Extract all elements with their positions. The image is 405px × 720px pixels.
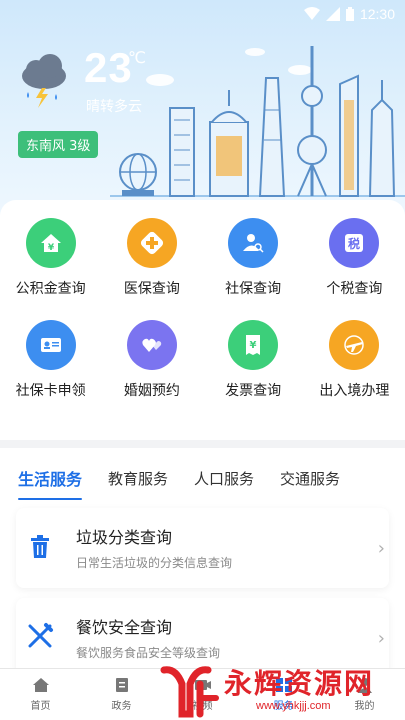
tab-transport-services[interactable]: 交通服务	[280, 448, 340, 508]
nav-label: 政务	[111, 701, 132, 712]
nav-mine[interactable]: 我的	[324, 669, 405, 720]
category-tabs: 生活服务 教育服务 人口服务 交通服务	[0, 448, 405, 508]
document-icon	[115, 678, 128, 692]
airplane-icon	[329, 320, 380, 370]
service-medical-insurance[interactable]: 医保查询	[101, 218, 202, 298]
cloud-rain-lightning-icon	[22, 54, 66, 108]
list-item-title: 餐饮安全查询	[76, 618, 173, 637]
hearts-icon	[126, 320, 177, 370]
service-invoice-query[interactable]: ¥ 发票查询	[203, 320, 304, 400]
service-label: 公积金查询	[15, 281, 86, 297]
video-icon	[194, 680, 211, 690]
tax-icon: 税	[329, 218, 380, 268]
trash-icon	[31, 535, 49, 558]
list-item-title: 垃圾分类查询	[76, 528, 173, 547]
signal-icon	[325, 7, 340, 21]
temperature: 23	[84, 44, 133, 91]
list-item-subtitle: 日常生活垃圾的分类信息查询	[76, 556, 233, 570]
service-label: 个税查询	[326, 281, 383, 297]
bottom-navigation: 首页 政务 视频 服务 我的	[0, 668, 405, 720]
svg-text:¥: ¥	[250, 340, 257, 351]
service-social-security[interactable]: 社保查询	[203, 218, 304, 298]
nav-service[interactable]: 服务	[243, 669, 324, 720]
service-label: 发票查询	[225, 383, 282, 399]
nav-government[interactable]: 政务	[81, 669, 162, 720]
tab-education-services[interactable]: 教育服务	[108, 448, 168, 508]
list-item-garbage-sorting[interactable]: 垃圾分类查询 日常生活垃圾的分类信息查询 ›	[16, 508, 389, 588]
nav-video[interactable]: 视频	[162, 669, 243, 720]
chevron-right-icon: ›	[377, 538, 385, 559]
wifi-icon	[303, 7, 320, 20]
fork-knife-icon	[28, 623, 53, 648]
service-label: 社保卡申领	[15, 383, 86, 399]
services-grid: ¥ 公积金查询 医保查询 社保查询 税 个税查询 社保卡申领 婚姻预约 ¥ 发票…	[0, 218, 405, 400]
service-personal-tax[interactable]: 税 个税查询	[304, 218, 405, 298]
tab-life-services[interactable]: 生活服务	[18, 448, 83, 508]
weather-header: 12:30 23 ℃ 晴转多云 东南风 3级	[0, 0, 405, 215]
svg-text:税: 税	[348, 236, 360, 251]
nav-home[interactable]: 首页	[0, 669, 81, 720]
svg-text:¥: ¥	[47, 243, 54, 253]
chevron-right-icon: ›	[377, 628, 385, 649]
service-marriage-booking[interactable]: 婚姻预约	[101, 320, 202, 400]
status-time: 12:30	[359, 6, 395, 22]
medical-cross-icon	[126, 218, 177, 268]
service-label: 医保查询	[123, 281, 180, 297]
service-ss-card-apply[interactable]: 社保卡申领	[0, 320, 101, 400]
user-icon	[357, 678, 372, 693]
home-yuan-icon: ¥	[25, 218, 76, 268]
weather-description: 晴转多云	[86, 99, 142, 115]
nav-label: 视频	[192, 701, 213, 712]
temperature-unit: ℃	[128, 48, 146, 67]
service-label: 出入境办理	[319, 383, 390, 399]
person-search-icon	[228, 218, 279, 268]
service-housing-fund[interactable]: ¥ 公积金查询	[0, 218, 101, 298]
nav-label: 首页	[30, 701, 51, 712]
home-icon	[32, 678, 49, 692]
service-label: 婚姻预约	[123, 383, 180, 399]
status-bar: 12:30	[0, 0, 405, 28]
list-item-subtitle: 餐饮服务食品安全等级查询	[76, 646, 221, 660]
invoice-icon: ¥	[228, 320, 279, 370]
battery-icon	[345, 7, 354, 21]
tab-population-services[interactable]: 人口服务	[194, 448, 254, 508]
wind-badge: 东南风 3级	[18, 131, 99, 158]
nav-label: 服务	[273, 701, 294, 712]
services-card: ¥ 公积金查询 医保查询 社保查询 税 个税查询 社保卡申领 婚姻预约 ¥ 发票…	[0, 200, 405, 440]
id-card-icon	[25, 320, 76, 370]
service-label: 社保查询	[225, 281, 282, 297]
service-icon	[275, 678, 292, 692]
nav-label: 我的	[354, 701, 375, 712]
service-entry-exit[interactable]: 出入境办理	[304, 320, 405, 400]
list-item-food-safety[interactable]: 餐饮安全查询 餐饮服务食品安全等级查询 ›	[16, 598, 389, 678]
